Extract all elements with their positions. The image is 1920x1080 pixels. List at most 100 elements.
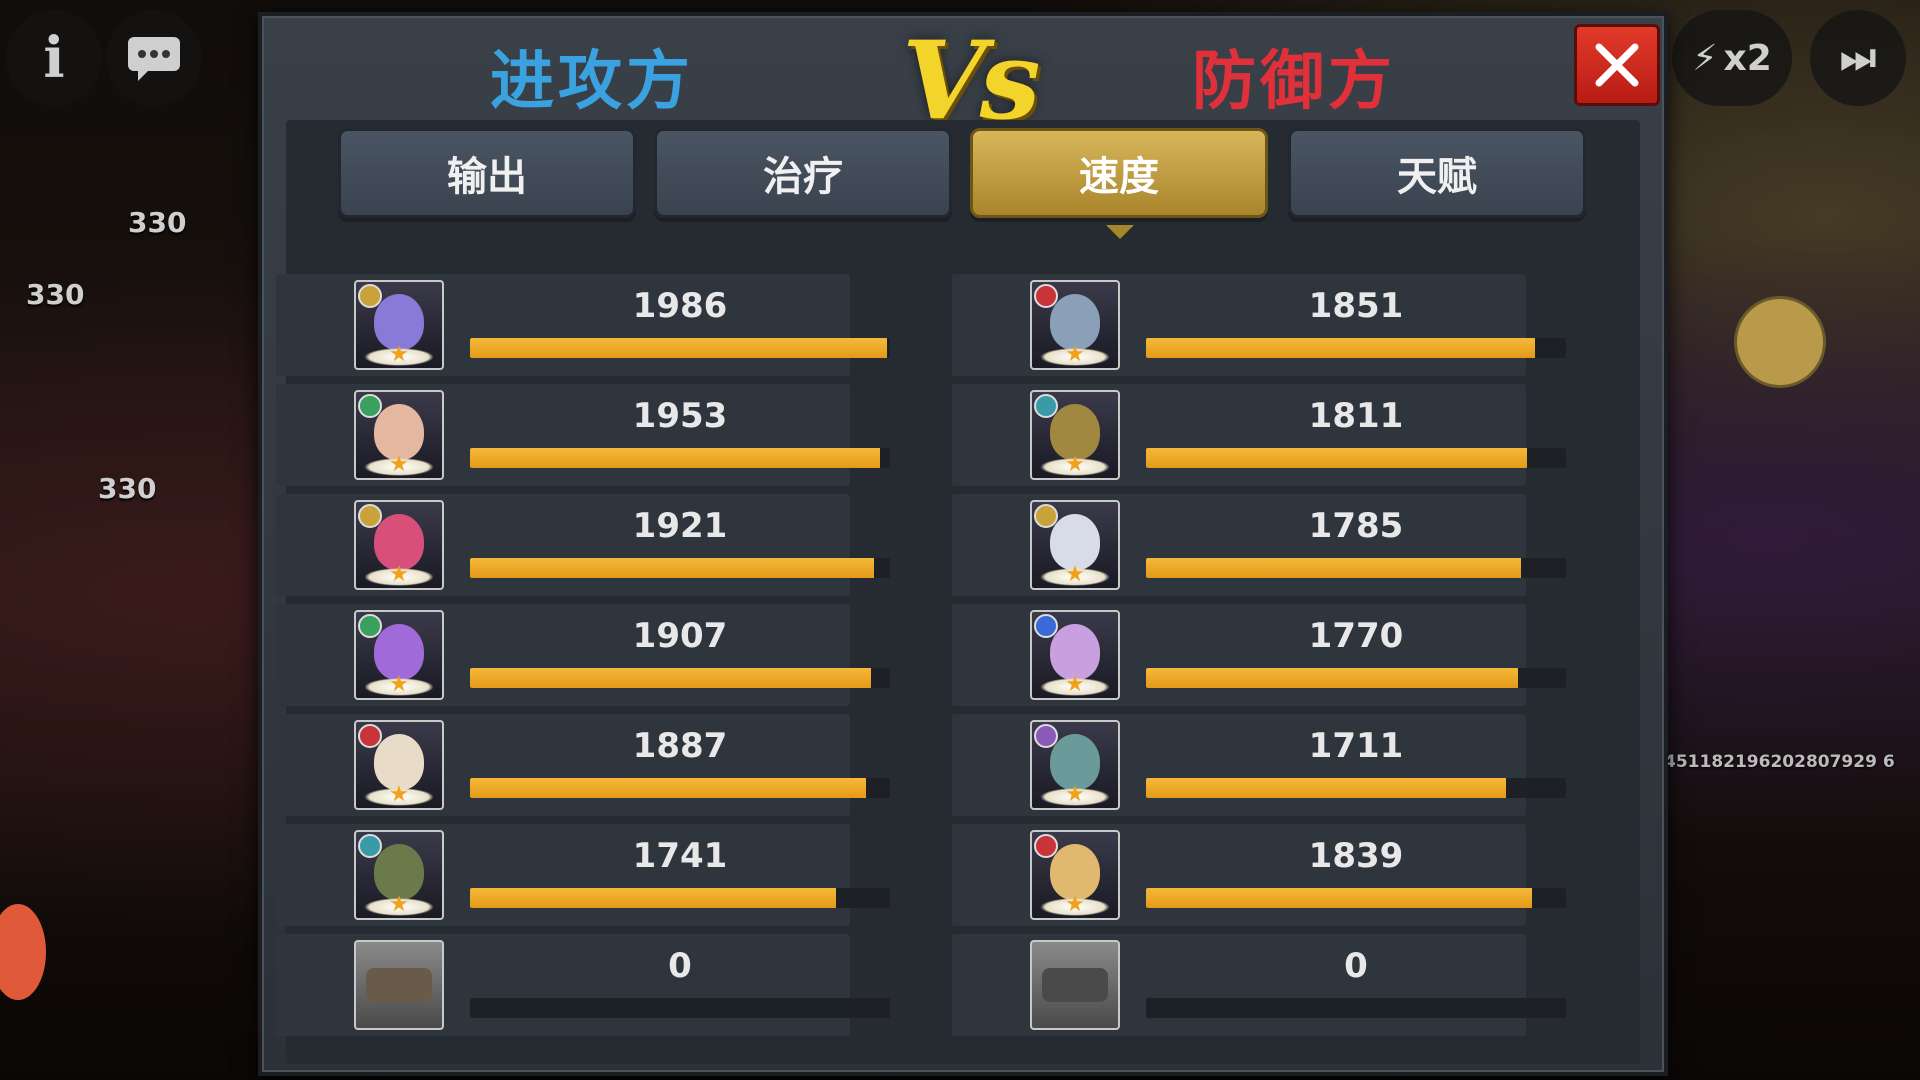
tab-talent[interactable]: 天赋 — [1288, 128, 1586, 218]
skip-icon[interactable]: ⏭ — [1810, 10, 1906, 106]
faction-badge-icon — [358, 504, 382, 528]
speed-bar-fill — [470, 558, 874, 578]
hero-portrait[interactable]: ★ — [354, 830, 444, 920]
speed-value: 1921 — [632, 506, 728, 546]
speed-bar-fill — [470, 338, 888, 358]
tab-damage[interactable]: 输出 — [338, 128, 636, 218]
hero-portrait[interactable]: ★ — [1030, 500, 1120, 590]
faction-badge-icon — [358, 394, 382, 418]
attacker-hero-row: ★ 1887 — [276, 714, 890, 816]
speed-bar-fill — [1146, 668, 1518, 688]
vehicle-image — [1042, 968, 1108, 1002]
speed-bar-fill — [1146, 888, 1533, 908]
attacker-hero-row: ★ 1741 — [276, 824, 890, 926]
speed-bar-fill — [470, 668, 871, 688]
speed-bar-fill — [470, 778, 867, 798]
speed-bar — [1146, 558, 1566, 578]
speed-bar — [1146, 778, 1566, 798]
faction-badge-icon — [1034, 504, 1058, 528]
hero-portrait[interactable]: ★ — [1030, 830, 1120, 920]
menu-list-icon[interactable] — [1734, 296, 1826, 388]
star-icon: ★ — [1065, 782, 1085, 807]
faction-badge-icon — [1034, 724, 1058, 748]
vehicle-portrait[interactable] — [1030, 940, 1120, 1030]
hero-portrait[interactable]: ★ — [354, 610, 444, 700]
lightning-icon: ⚡ — [1692, 37, 1718, 79]
defender-title: 防御方 — [1192, 45, 1396, 119]
unit-hp-label: 330 — [128, 206, 187, 239]
hero-portrait[interactable]: ★ — [354, 720, 444, 810]
star-icon: ★ — [1065, 342, 1085, 367]
faction-badge-icon — [1034, 394, 1058, 418]
speed-bar — [470, 888, 890, 908]
speed-toggle-button[interactable]: ⚡ x2 — [1672, 10, 1792, 106]
hero-portrait[interactable]: ★ — [1030, 720, 1120, 810]
hero-portrait[interactable]: ★ — [1030, 280, 1120, 370]
hero-portrait[interactable]: ★ — [354, 280, 444, 370]
star-icon: ★ — [389, 782, 409, 807]
attacker-hero-row: ★ 1907 — [276, 604, 890, 706]
defender-hero-row: ★ 1785 — [952, 494, 1566, 596]
speed-bar — [1146, 338, 1566, 358]
speed-value: 1907 — [632, 616, 728, 656]
speed-value: 1811 — [1308, 396, 1404, 436]
hero-portrait[interactable]: ★ — [1030, 610, 1120, 700]
defender-hero-row: ★ 1811 — [952, 384, 1566, 486]
attacker-hero-row: ★ 1921 — [276, 494, 890, 596]
speed-value: 0 — [1344, 946, 1368, 986]
speed-bar — [1146, 998, 1566, 1018]
chat-icon[interactable] — [106, 10, 202, 106]
faction-badge-icon — [358, 614, 382, 638]
hero-portrait[interactable]: ★ — [354, 390, 444, 480]
defender-hero-row: ★ 1839 — [952, 824, 1566, 926]
star-icon: ★ — [1065, 892, 1085, 917]
unit-hp-label: 330 — [98, 472, 157, 505]
faction-badge-icon — [1034, 834, 1058, 858]
faction-badge-icon — [1034, 614, 1058, 638]
speed-bar — [470, 338, 890, 358]
star-icon: ★ — [1065, 562, 1085, 587]
defender-hero-row: ★ 1851 — [952, 274, 1566, 376]
speed-bar-fill — [1146, 558, 1522, 578]
speed-value: 1770 — [1308, 616, 1404, 656]
vehicle-image — [366, 968, 432, 1002]
speed-bar-fill — [1146, 778, 1506, 798]
speed-value: 1711 — [1308, 726, 1404, 766]
faction-badge-icon — [1034, 284, 1058, 308]
speed-bar — [470, 558, 890, 578]
hero-portrait[interactable]: ★ — [1030, 390, 1120, 480]
tab-speed[interactable]: 速度 — [970, 128, 1268, 218]
vehicle-portrait[interactable] — [354, 940, 444, 1030]
defender-hero-row: ★ 1770 — [952, 604, 1566, 706]
speed-value: 1741 — [632, 836, 728, 876]
speed-bar-fill — [470, 448, 881, 468]
attacker-hero-row: ★ 1986 — [276, 274, 890, 376]
speed-value: 1986 — [632, 286, 728, 326]
info-icon[interactable]: i — [6, 10, 102, 106]
hero-portrait[interactable]: ★ — [354, 500, 444, 590]
tab-healing[interactable]: 治疗 — [654, 128, 952, 218]
speed-bar — [1146, 668, 1566, 688]
faction-badge-icon — [358, 284, 382, 308]
battle-seed-text: 451182196202807929 6 — [1664, 752, 1895, 772]
speed-bar — [470, 448, 890, 468]
faction-badge-icon — [358, 724, 382, 748]
star-icon: ★ — [389, 562, 409, 587]
speed-bar — [470, 668, 890, 688]
defender-hero-row: 0 — [952, 934, 1566, 1036]
speed-value: 0 — [668, 946, 692, 986]
speed-bar-fill — [1146, 338, 1535, 358]
close-icon — [1595, 43, 1639, 87]
star-icon: ★ — [1065, 452, 1085, 477]
attacker-title: 进攻方 — [490, 45, 694, 119]
speed-bar — [1146, 888, 1566, 908]
close-button[interactable] — [1574, 24, 1660, 106]
star-icon: ★ — [1065, 672, 1085, 697]
speed-value: 1953 — [632, 396, 728, 436]
star-icon: ★ — [389, 342, 409, 367]
active-tab-pointer — [1106, 225, 1134, 239]
defender-hero-row: ★ 1711 — [952, 714, 1566, 816]
star-icon: ★ — [389, 892, 409, 917]
speed-bar — [1146, 448, 1566, 468]
star-icon: ★ — [389, 672, 409, 697]
